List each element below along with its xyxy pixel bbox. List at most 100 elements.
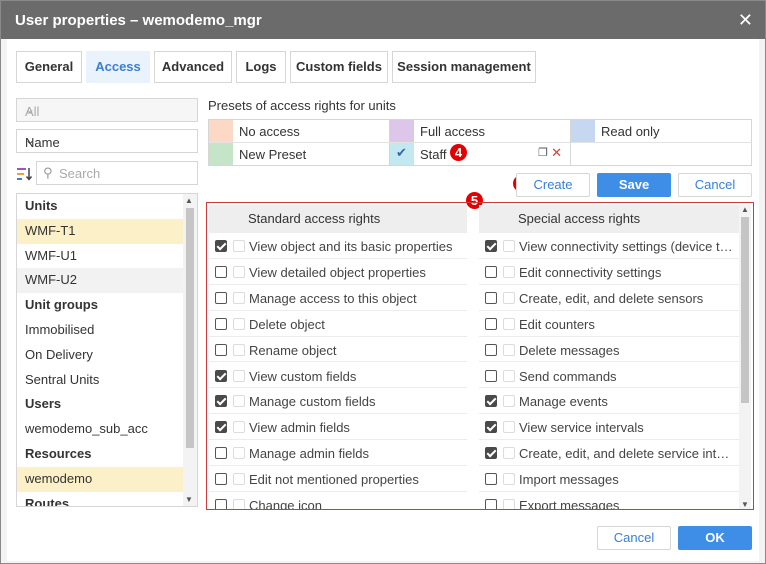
access-right-label: Export messages bbox=[519, 498, 620, 509]
access-right-checkbox[interactable] bbox=[215, 343, 227, 356]
disabled-checkbox bbox=[233, 395, 245, 408]
preset-no-access[interactable]: No access bbox=[209, 120, 390, 143]
disabled-checkbox bbox=[233, 473, 245, 486]
access-right-row[interactable]: Rename object bbox=[209, 337, 467, 363]
preset-label: Read only bbox=[601, 124, 660, 139]
access-right-row[interactable]: Edit not mentioned properties bbox=[209, 466, 467, 492]
search-input[interactable] bbox=[59, 164, 193, 182]
access-right-checkbox[interactable] bbox=[485, 265, 497, 278]
tab-general[interactable]: General bbox=[16, 51, 82, 83]
save-button[interactable]: Save bbox=[597, 173, 671, 197]
scroll-down-icon[interactable]: ▼ bbox=[185, 495, 193, 504]
access-rights-panel: Standard access rights View object and i… bbox=[206, 202, 754, 510]
access-right-checkbox[interactable] bbox=[215, 317, 227, 330]
access-right-checkbox[interactable] bbox=[215, 395, 227, 408]
disabled-checkbox bbox=[503, 499, 515, 509]
list-item[interactable]: wemodemo bbox=[17, 466, 183, 492]
list-scrollbar[interactable]: ▲ ▼ bbox=[183, 194, 197, 506]
access-right-row[interactable]: Create, edit, and delete sensors bbox=[479, 285, 739, 311]
preset-full-access[interactable]: Full access bbox=[390, 120, 571, 143]
cancel-button[interactable]: Cancel bbox=[597, 526, 671, 550]
access-right-row[interactable]: Manage admin fields bbox=[209, 440, 467, 467]
scroll-up-icon[interactable]: ▲ bbox=[185, 196, 193, 205]
disabled-checkbox bbox=[233, 265, 245, 278]
access-right-label: Manage custom fields bbox=[249, 394, 376, 410]
access-right-label: Import messages bbox=[519, 472, 619, 488]
access-right-row[interactable]: Manage custom fields bbox=[209, 388, 467, 415]
scrollbar-thumb[interactable] bbox=[741, 217, 749, 403]
list-item[interactable]: Immobilised bbox=[17, 318, 183, 343]
delete-icon[interactable]: ✕ bbox=[551, 145, 562, 161]
rights-scrollbar[interactable]: ▲ ▼ bbox=[739, 205, 751, 509]
disabled-checkbox bbox=[503, 240, 515, 252]
access-right-checkbox[interactable] bbox=[485, 499, 497, 509]
access-right-checkbox[interactable] bbox=[215, 291, 227, 304]
create-button[interactable]: Create bbox=[516, 173, 590, 197]
list-item[interactable]: wemodemo_sub_acc bbox=[17, 417, 183, 442]
list-item[interactable]: On Delivery bbox=[17, 343, 183, 368]
access-right-checkbox[interactable] bbox=[215, 499, 227, 509]
special-rights-column: Special access rights View connectivity … bbox=[479, 205, 739, 509]
access-right-row[interactable]: View service intervals bbox=[479, 414, 739, 441]
access-right-row[interactable]: View detailed object properties bbox=[209, 259, 467, 285]
access-right-checkbox[interactable] bbox=[485, 291, 497, 304]
chevron-down-icon: ⌄ bbox=[25, 133, 36, 147]
list-item[interactable]: Sentral Units bbox=[17, 368, 183, 393]
object-type-select[interactable]: All ⌄ bbox=[16, 98, 198, 122]
access-right-checkbox[interactable] bbox=[215, 447, 227, 460]
access-right-row[interactable]: View connectivity settings (device type,… bbox=[479, 233, 739, 259]
access-right-row[interactable]: View admin fields bbox=[209, 414, 467, 441]
access-right-checkbox[interactable] bbox=[485, 317, 497, 330]
disabled-checkbox bbox=[503, 369, 515, 382]
access-right-label: Delete object bbox=[249, 316, 325, 332]
scroll-up-icon[interactable]: ▲ bbox=[741, 205, 749, 214]
tab-logs[interactable]: Logs bbox=[236, 51, 286, 83]
access-right-checkbox[interactable] bbox=[215, 473, 227, 486]
sort-order-icon[interactable] bbox=[16, 165, 34, 183]
scroll-down-icon[interactable]: ▼ bbox=[741, 500, 749, 509]
access-right-checkbox[interactable] bbox=[485, 369, 497, 382]
list-item[interactable]: WMF-U2 bbox=[17, 268, 183, 294]
tab-advanced[interactable]: Advanced bbox=[154, 51, 232, 83]
preset-color-swatch bbox=[571, 120, 595, 142]
tab-custom-fields[interactable]: Custom fields bbox=[290, 51, 388, 83]
close-icon[interactable]: ✕ bbox=[738, 10, 753, 31]
access-right-checkbox[interactable] bbox=[485, 395, 497, 408]
access-right-checkbox[interactable] bbox=[485, 447, 497, 460]
access-right-checkbox[interactable] bbox=[485, 343, 497, 356]
tab-session-management[interactable]: Session management bbox=[392, 51, 536, 83]
list-group-routes: Routes bbox=[25, 495, 70, 507]
access-right-checkbox[interactable] bbox=[215, 369, 227, 382]
access-right-row[interactable]: Edit connectivity settings bbox=[479, 259, 739, 285]
access-right-checkbox[interactable] bbox=[215, 265, 227, 278]
preset-new-preset[interactable]: New Preset bbox=[209, 143, 390, 166]
access-right-checkbox[interactable] bbox=[485, 421, 497, 434]
ok-button[interactable]: OK bbox=[678, 526, 752, 550]
access-right-label: Send commands bbox=[519, 368, 617, 384]
sort-select[interactable]: Name ⌄ bbox=[16, 129, 198, 153]
access-right-row[interactable]: Manage events bbox=[479, 388, 739, 415]
access-right-row[interactable]: View object and its basic properties bbox=[209, 233, 467, 259]
access-right-row[interactable]: Manage access to this object bbox=[209, 285, 467, 311]
copy-icon[interactable]: ❐ bbox=[538, 146, 548, 159]
preset-staff[interactable]: ✔ Staff ❐ ✕ bbox=[390, 143, 571, 166]
access-right-row[interactable]: Change icon bbox=[209, 492, 467, 509]
preset-read-only[interactable]: Read only bbox=[571, 120, 752, 143]
access-right-checkbox[interactable] bbox=[215, 421, 227, 434]
access-right-checkbox[interactable] bbox=[215, 240, 227, 252]
access-right-row[interactable]: Import messages bbox=[479, 466, 739, 492]
access-right-row[interactable]: Delete messages bbox=[479, 337, 739, 363]
access-right-row[interactable]: Edit counters bbox=[479, 311, 739, 337]
list-item[interactable]: WMF-U1 bbox=[17, 244, 183, 269]
scrollbar-thumb[interactable] bbox=[186, 208, 194, 448]
access-right-row[interactable]: Send commands bbox=[479, 363, 739, 389]
list-item[interactable]: WMF-T1 bbox=[17, 218, 183, 244]
access-right-row[interactable]: View custom fields bbox=[209, 363, 467, 389]
access-right-row[interactable]: Create, edit, and delete service interva… bbox=[479, 440, 739, 467]
access-right-checkbox[interactable] bbox=[485, 240, 497, 252]
cancel-preset-button[interactable]: Cancel bbox=[678, 173, 752, 197]
access-right-checkbox[interactable] bbox=[485, 473, 497, 486]
access-right-row[interactable]: Delete object bbox=[209, 311, 467, 337]
tab-access[interactable]: Access bbox=[86, 51, 150, 83]
access-right-row[interactable]: Export messages bbox=[479, 492, 739, 509]
